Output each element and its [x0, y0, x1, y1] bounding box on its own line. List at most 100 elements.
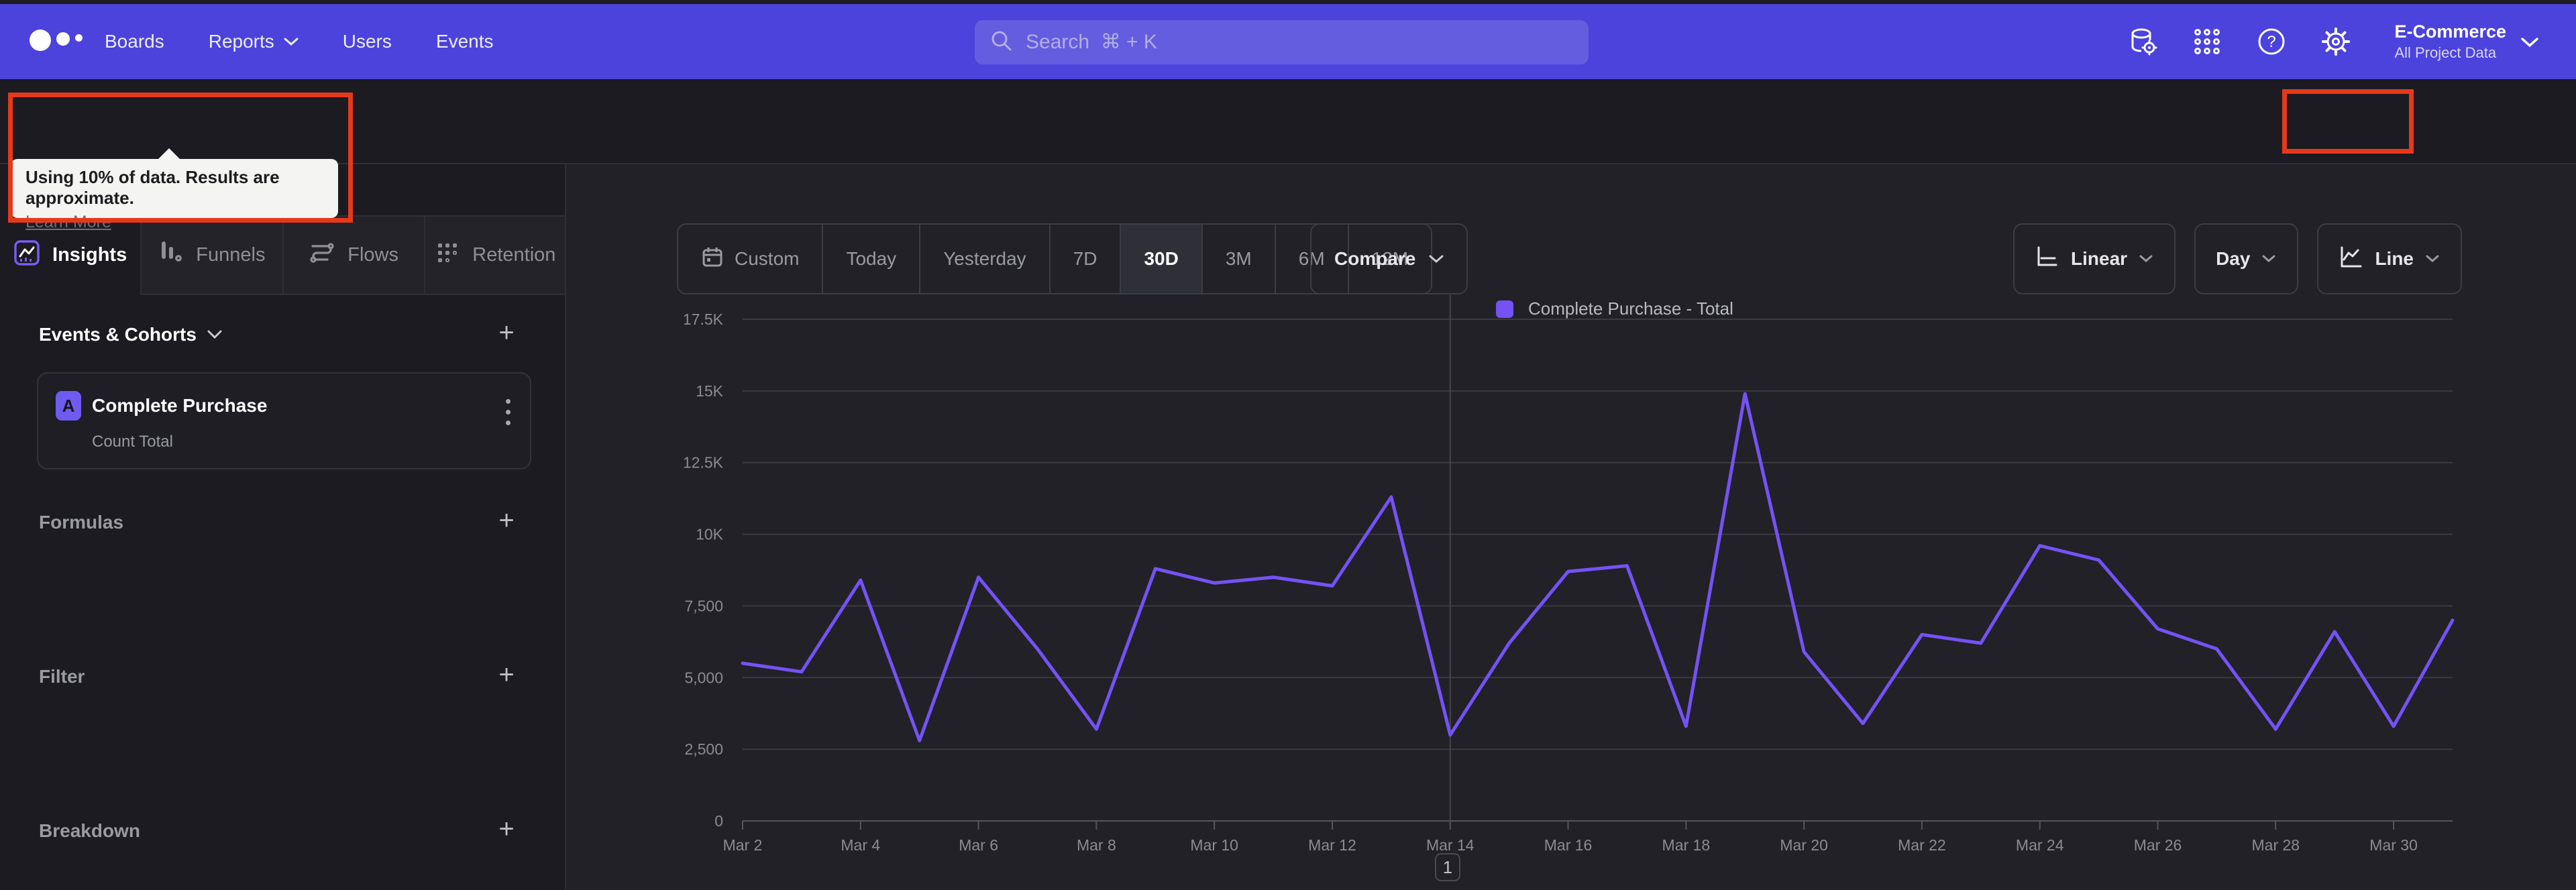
chart-type-dropdown[interactable]: Line: [2317, 223, 2462, 294]
tab-label: Flows: [347, 244, 398, 266]
chart-line-series: [741, 392, 2455, 742]
sampling-tooltip: Using 10% of data. Results are approxima…: [11, 148, 338, 231]
events-cohorts-header[interactable]: Events & Cohorts: [39, 324, 222, 345]
x-axis-label: Mar 8: [1077, 836, 1116, 854]
event-kebab-menu-icon[interactable]: [504, 399, 511, 442]
settings-gear-icon[interactable]: [2320, 26, 2351, 57]
nav-item-events[interactable]: Events: [436, 31, 494, 52]
project-name: E-Commerce: [2394, 21, 2506, 42]
mixpanel-logo-icon[interactable]: [30, 30, 90, 56]
y-axis-label: 17.5K: [684, 311, 724, 328]
flows-icon: [309, 239, 335, 272]
range-label: 3M: [1225, 248, 1252, 269]
add-formula-button[interactable]: +: [493, 507, 520, 535]
x-axis-label: Mar 6: [959, 836, 998, 854]
y-axis-label: 10K: [696, 526, 724, 543]
chevron-down-icon: [207, 330, 222, 339]
filter-header: Filter: [39, 666, 85, 687]
compare-button[interactable]: Compare: [1310, 223, 1468, 294]
funnels-icon: [158, 240, 184, 271]
add-filter-button[interactable]: +: [493, 661, 520, 689]
section-label: Filter: [39, 666, 85, 687]
chevron-down-icon: [2139, 254, 2154, 264]
project-switcher[interactable]: E-Commerce All Project Data: [2385, 21, 2538, 62]
range-label: Custom: [735, 248, 800, 269]
line-chart[interactable]: 0 2,500 5,000 7,500 10K 12.5K 15K 17.5K Mar 2 Mar…: [684, 295, 2522, 890]
scale-label: Linear: [2071, 248, 2128, 269]
help-icon[interactable]: ?: [2256, 26, 2287, 57]
nav-item-label: Users: [342, 31, 392, 52]
nav-item-users[interactable]: Users: [343, 31, 392, 52]
range-label: Yesterday: [943, 248, 1026, 269]
section-label: Events & Cohorts: [39, 324, 197, 345]
x-axis-label: Mar 12: [1308, 836, 1356, 854]
learn-more-link[interactable]: Learn More: [25, 213, 111, 232]
chevron-down-icon: [2426, 254, 2440, 264]
nav-item-label: Boards: [105, 31, 164, 52]
x-axis-label: Mar 18: [1662, 836, 1711, 854]
range-label: Today: [846, 248, 897, 269]
add-event-button[interactable]: +: [493, 319, 520, 347]
x-axis-label: Mar 2: [723, 836, 763, 854]
range-label: 30D: [1144, 248, 1179, 269]
range-today[interactable]: Today: [822, 225, 919, 293]
x-axis-label: Mar 20: [1780, 836, 1828, 854]
calendar-icon: [701, 245, 724, 273]
event-name: Complete Purchase: [92, 395, 268, 416]
project-info: E-Commerce All Project Data: [2394, 21, 2506, 62]
x-axis-label: Mar 26: [2134, 836, 2182, 854]
y-axis-label: 5,000: [684, 669, 723, 686]
top-nav: Boards Reports Users Events ?: [0, 4, 2576, 79]
y-axis-label: 0: [714, 812, 723, 830]
search-input[interactable]: [1026, 31, 1574, 54]
chevron-down-icon: [2262, 254, 2277, 264]
nav-item-boards[interactable]: Boards: [105, 31, 164, 52]
chart-pane: Custom Today Yesterday 7D 30D 3M 6M 12M …: [566, 164, 2576, 890]
x-axis-label: Mar 14: [1426, 836, 1474, 854]
data-management-icon[interactable]: [2127, 26, 2158, 57]
apps-grid-icon[interactable]: [2192, 26, 2222, 57]
tab-retention[interactable]: Retention: [423, 215, 566, 295]
report-title-bar: Untitled Sampled + Add description... Sa…: [0, 79, 2576, 220]
range-label: 7D: [1073, 248, 1097, 269]
tab-label: Retention: [472, 244, 556, 266]
section-label: Formulas: [39, 512, 124, 533]
event-card[interactable]: A Complete Purchase Count Total: [37, 372, 531, 469]
y-axis-label: 15K: [696, 382, 724, 400]
x-axis-label: Mar 16: [1544, 836, 1593, 854]
chart-display-controls: Linear Day Line: [2013, 223, 2462, 294]
range-30d[interactable]: 30D: [1120, 225, 1201, 293]
nav-item-reports[interactable]: Reports: [209, 31, 299, 52]
query-builder-sidebar: Insights Funnels Flows Retention Events …: [0, 164, 566, 890]
search-icon: [989, 29, 1014, 56]
pagination-page-1[interactable]: 1: [1435, 853, 1460, 881]
interval-dropdown[interactable]: Day: [2194, 223, 2299, 294]
y-axis-label: 7,500: [684, 597, 723, 614]
range-7d[interactable]: 7D: [1049, 225, 1120, 293]
x-axis-label: Mar 22: [1898, 836, 1946, 854]
section-label: Breakdown: [39, 820, 140, 841]
linear-scale-icon: [2035, 245, 2059, 274]
range-custom[interactable]: Custom: [678, 225, 822, 293]
formulas-header: Formulas: [39, 512, 123, 533]
chevron-down-icon: [284, 37, 299, 46]
breakdown-header: Breakdown: [39, 820, 140, 842]
y-axis-label: 12.5K: [684, 454, 724, 471]
y-axis-label: 2,500: [684, 740, 723, 758]
nav-item-label: Reports: [208, 31, 274, 52]
chevron-down-icon: [2521, 37, 2538, 48]
add-breakdown-button[interactable]: +: [493, 816, 520, 843]
event-letter-badge: A: [56, 391, 81, 421]
event-aggregation[interactable]: Count Total: [92, 433, 173, 451]
tooltip-text: Using 10% of data. Results are approxima…: [25, 167, 280, 208]
insights-icon: [13, 239, 40, 272]
chart-type-label: Line: [2375, 248, 2414, 269]
scale-dropdown[interactable]: Linear: [2013, 223, 2176, 294]
svg-text:?: ?: [2267, 33, 2276, 51]
search-bar[interactable]: [975, 20, 1589, 64]
x-axis-label: Mar 10: [1190, 836, 1238, 854]
range-yesterday[interactable]: Yesterday: [919, 225, 1049, 293]
chevron-down-icon: [1429, 254, 1444, 264]
x-axis-label: Mar 30: [2369, 836, 2418, 854]
range-3m[interactable]: 3M: [1201, 225, 1275, 293]
